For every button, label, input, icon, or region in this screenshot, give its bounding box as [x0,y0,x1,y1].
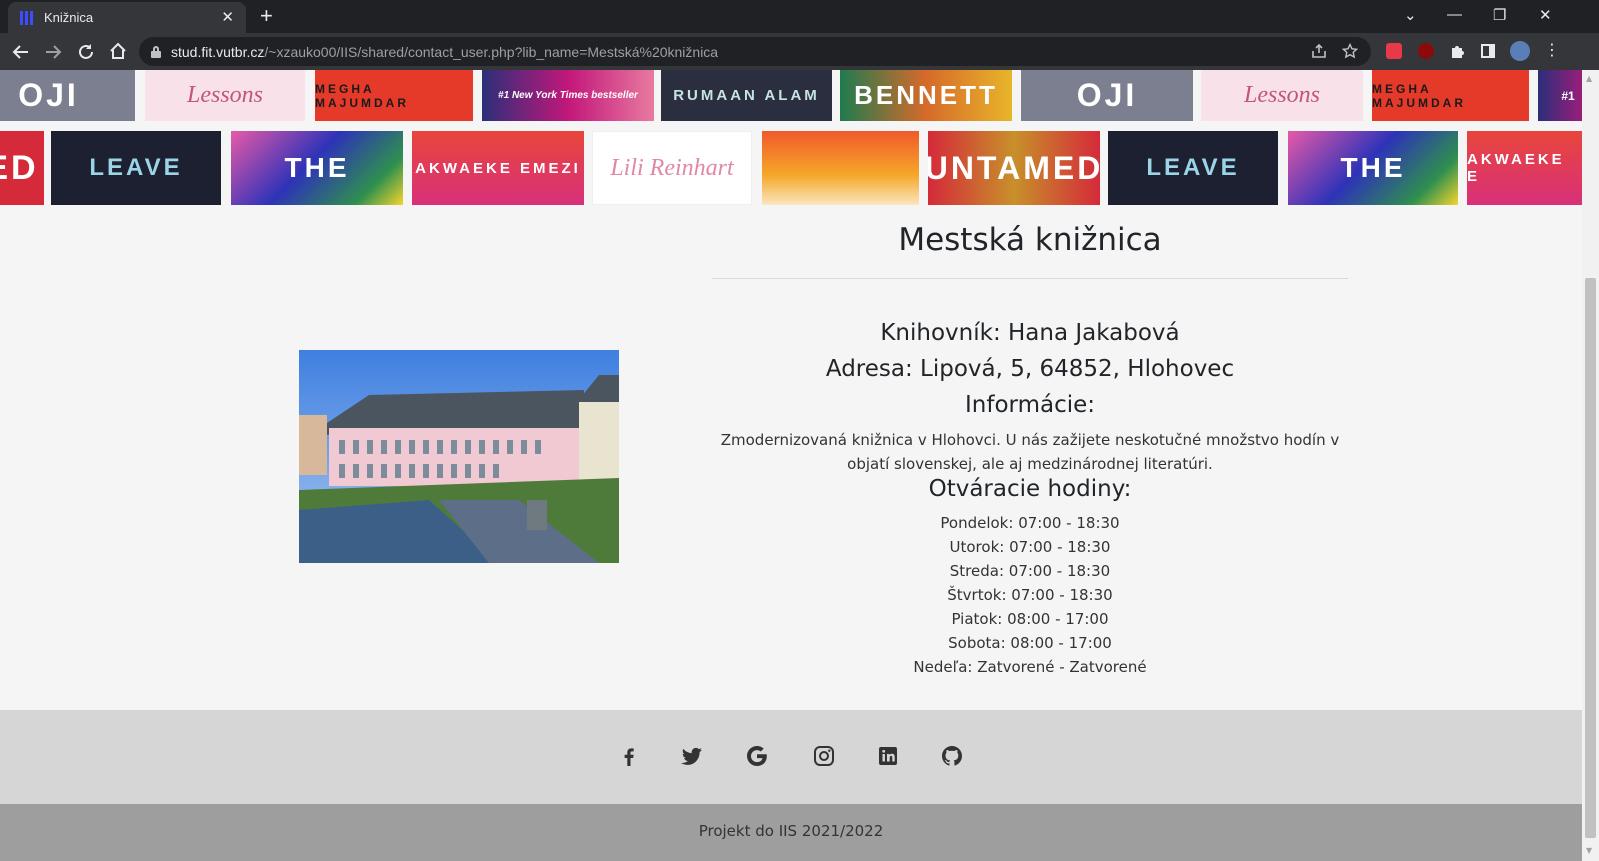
hours-tuesday: Utorok: 07:00 - 18:30 [949,538,1111,556]
reload-icon[interactable] [77,43,95,61]
book-cover: OJI [0,70,135,121]
puzzle-icon[interactable] [1449,43,1465,59]
hours-thursday: Štvrtok: 07:00 - 18:30 [947,586,1113,604]
address-bar[interactable]: stud.fit.vutbr.cz/~xzauko00/IIS/shared/c… [139,37,1371,66]
page-content: OJI Lessons MEGHA MAJUMDAR #1 New York T… [0,70,1582,861]
scrollbar-thumb[interactable] [1585,278,1596,838]
book-cover: OJI [1021,70,1193,121]
url-text: stud.fit.vutbr.cz/~xzauko00/IIS/shared/c… [171,43,719,60]
book-cover: BENNETT [840,70,1012,121]
book-cover: THE [1288,131,1458,205]
back-icon[interactable] [12,43,30,61]
github-icon[interactable] [940,744,964,768]
opening-hours-heading: Otváracie hodiny: [928,476,1132,502]
instagram-icon[interactable] [812,744,836,768]
browser-toolbar: stud.fit.vutbr.cz/~xzauko00/IIS/shared/c… [0,33,1599,70]
twitter-icon[interactable] [680,744,704,768]
book-cover: THE [231,131,403,205]
forward-icon[interactable] [44,43,62,61]
minimize-button[interactable]: — [1447,6,1462,23]
side-panel-icon[interactable] [1480,43,1496,59]
library-favicon-icon [20,10,34,25]
book-cover: UNTAMED [928,131,1100,205]
scroll-down-icon[interactable]: ▼ [1586,846,1592,855]
book-cover: MEGHA MAJUMDAR [315,70,473,121]
library-building-photo [299,350,619,563]
footer: Projekt do IIS 2021/2022 [0,804,1582,861]
book-cover: Lessons [145,70,305,121]
share-icon[interactable] [1311,43,1327,59]
tab-search-button[interactable]: ⌄ [1404,6,1417,24]
bookmark-star-icon[interactable] [1342,43,1358,59]
book-cover: AKWAEKE E [1467,131,1582,205]
linkedin-icon[interactable] [876,744,900,768]
restore-button[interactable]: ❐ [1493,6,1506,24]
facebook-icon[interactable] [617,744,641,768]
book-cover: ED [0,131,44,205]
book-cover [762,131,919,205]
librarian-name: Knihovník: Hana Jakabová [880,320,1180,346]
home-icon[interactable] [108,42,128,60]
book-cover: Lessons [1201,70,1363,121]
tab-close-icon[interactable]: ✕ [221,10,234,25]
hours-monday: Pondelok: 07:00 - 18:30 [940,514,1120,532]
opening-hours-list: Pondelok: 07:00 - 18:30 Utorok: 07:00 - … [712,511,1348,679]
book-cover-banner: OJI Lessons MEGHA MAJUMDAR #1 New York T… [0,70,1582,206]
lock-icon[interactable] [151,45,161,58]
vertical-scrollbar[interactable]: ▲ ▼ [1582,70,1599,861]
hours-wednesday: Streda: 07:00 - 18:30 [949,562,1111,580]
profile-avatar[interactable] [1510,41,1530,61]
menu-kebab-icon[interactable]: ⋮ [1544,38,1560,62]
title-divider [712,278,1348,279]
book-cover: #1 [1538,70,1582,121]
copyright-text: Projekt do IIS 2021/2022 [698,822,884,840]
book-cover: MEGHA MAJUMDAR [1372,70,1529,121]
book-cover: #1 New York Times bestseller [482,70,654,121]
book-cover: LEAVE [51,131,221,205]
book-cover: Lili Reinhart [592,131,752,205]
book-cover: AKWAEKE EMEZI [412,131,584,205]
library-title: Mestská knižnica [898,222,1162,258]
new-tab-button[interactable]: + [260,5,273,27]
book-cover: RUMAAN ALAM [661,70,832,121]
social-links-bar [0,710,1582,804]
extension-icon[interactable] [1386,43,1402,59]
hours-sunday: Nedeľa: Zatvorené - Zatvorené [913,658,1147,676]
hours-saturday: Sobota: 08:00 - 17:00 [948,634,1112,652]
close-window-button[interactable]: ✕ [1539,6,1552,24]
google-icon[interactable] [745,744,769,768]
tab-strip: Knižnica ✕ + ⌄ — ❐ ✕ [0,0,1599,33]
library-address: Adresa: Lipová, 5, 64852, Hlohovec [825,356,1235,382]
hours-friday: Piatok: 08:00 - 17:00 [951,610,1109,628]
book-cover: LEAVE [1108,131,1278,205]
library-description: Zmodernizovaná knižnica v Hlohovci. U ná… [720,431,1340,473]
tab-title: Knižnica [44,10,94,25]
browser-tab[interactable]: Knižnica ✕ [8,2,246,33]
scroll-up-icon[interactable]: ▲ [1586,74,1592,83]
ublock-icon[interactable] [1418,43,1434,59]
info-heading: Informácie: [964,392,1095,418]
